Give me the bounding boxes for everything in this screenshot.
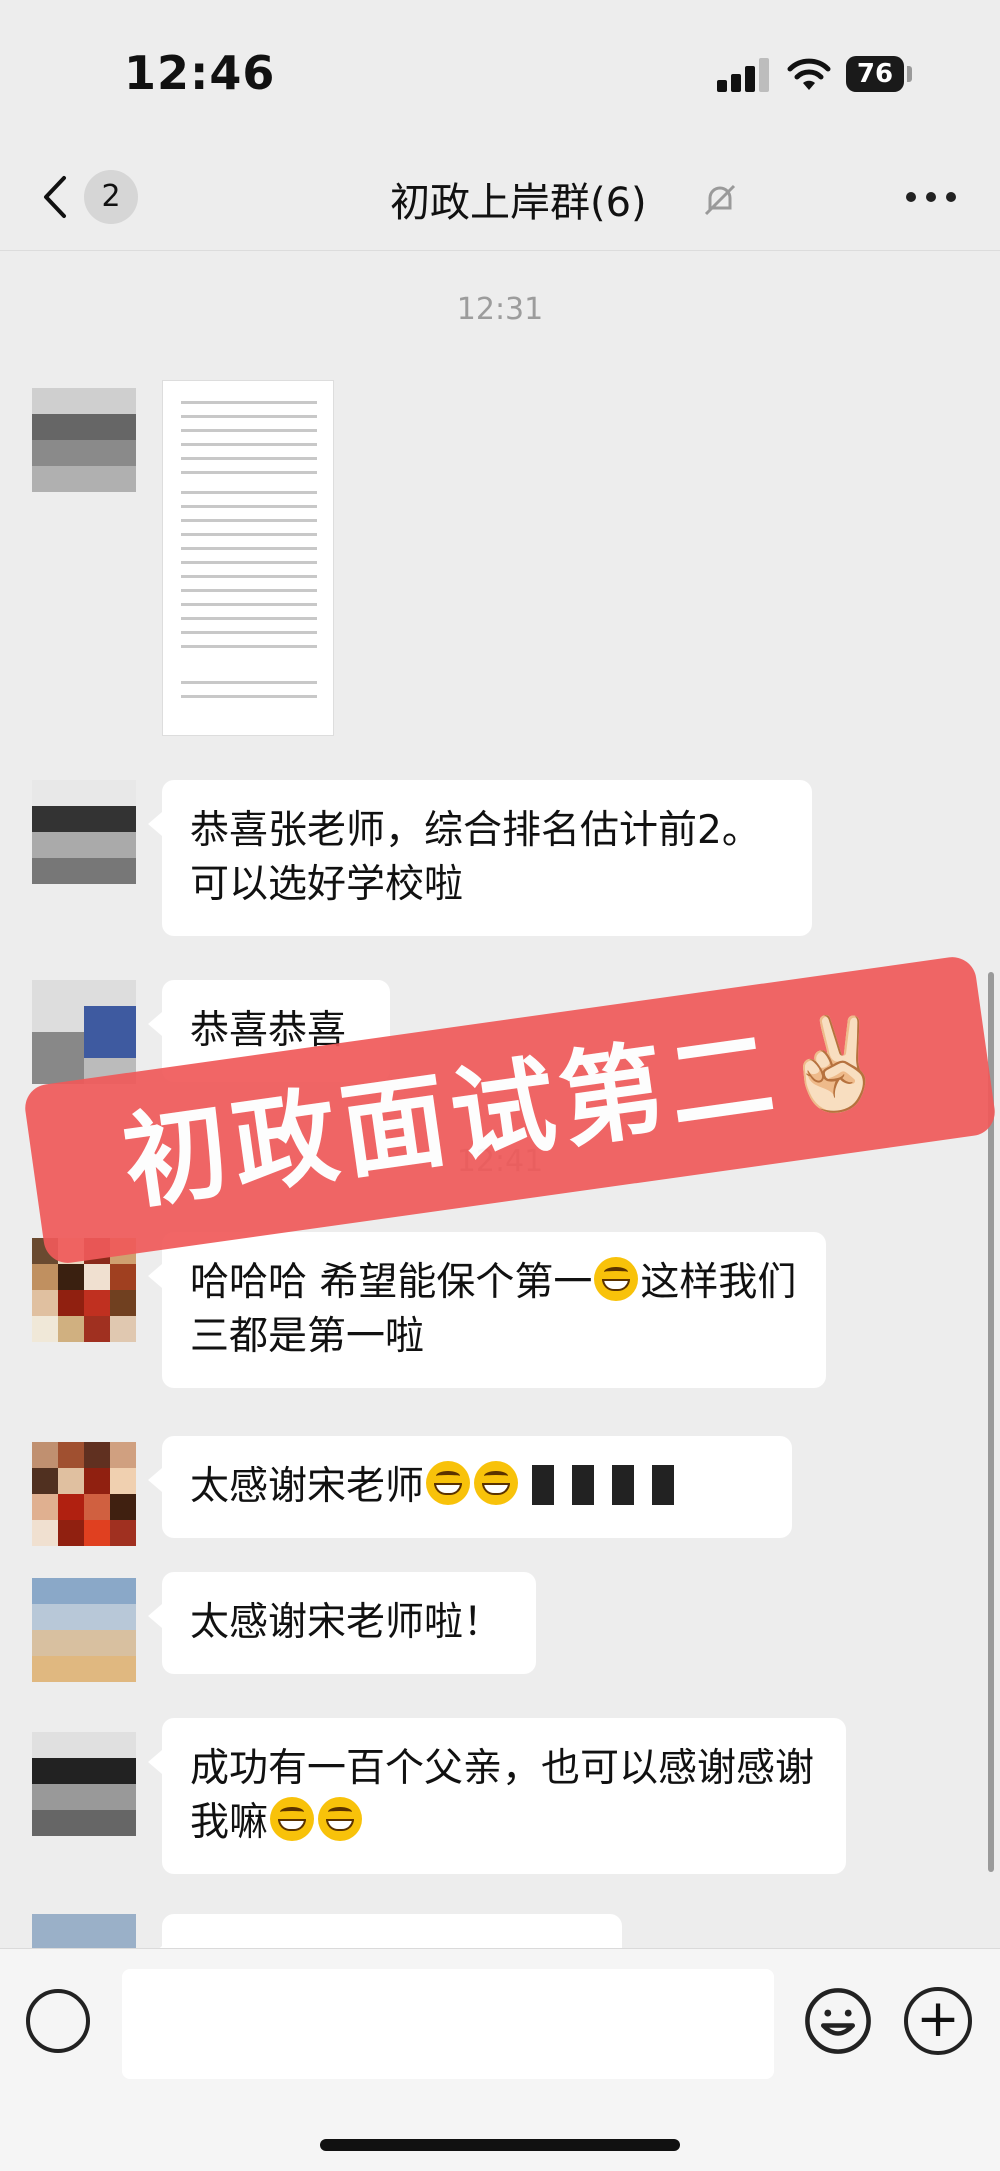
avatar[interactable]	[32, 1442, 136, 1546]
image-message[interactable]	[162, 380, 334, 736]
grin-emoji-icon	[474, 1461, 519, 1505]
grin-emoji-icon	[594, 1257, 639, 1301]
signal-icon	[717, 58, 775, 92]
message-text: 太感谢宋老师	[190, 1464, 425, 1509]
battery-cap	[907, 66, 912, 82]
message-bubble[interactable]: 太感谢宋老师	[148, 1436, 792, 1538]
grin-emoji-icon	[270, 1797, 315, 1841]
status-time: 12:46	[124, 46, 276, 100]
message-bubble[interactable]: 太感谢宋老师啦！	[148, 1572, 536, 1674]
battery-level: 76	[846, 56, 904, 92]
mute-bell-icon	[704, 184, 736, 216]
message-bubble[interactable]: 恭喜张老师，综合排名估计前2。可以选好学校啦	[148, 780, 812, 936]
avatar[interactable]	[32, 1914, 136, 1948]
status-bar: 12:46 76	[0, 0, 1000, 150]
redacted-text	[532, 1465, 683, 1505]
peace-hand-icon: ✌🏻	[770, 1003, 903, 1124]
grin-emoji-icon	[426, 1461, 471, 1505]
unread-badge[interactable]: 2	[84, 170, 138, 224]
avatar[interactable]	[32, 1578, 136, 1682]
avatar[interactable]	[32, 780, 136, 884]
message-bubble[interactable]: 成功有一百个父亲，也可以感谢感谢我嘛	[148, 1718, 846, 1874]
message-bubble[interactable]: 哈哈哈 希望能保个第一 这样我们三都是第一啦	[148, 1232, 826, 1388]
message-text: 哈哈哈 希望能保个第一	[190, 1260, 593, 1305]
back-chevron-icon[interactable]	[36, 172, 76, 222]
home-indicator[interactable]	[320, 2139, 680, 2151]
avatar[interactable]	[32, 388, 136, 492]
avatar[interactable]	[32, 1732, 136, 1836]
plus-icon[interactable]: +	[904, 1987, 972, 2055]
emoji-icon[interactable]	[804, 1987, 872, 2055]
message-bubble[interactable]	[148, 1914, 622, 1948]
input-bar: +	[0, 1948, 1000, 2171]
timestamp: 12:31	[456, 292, 544, 327]
wifi-icon	[787, 58, 831, 90]
voice-icon[interactable]	[26, 1989, 90, 2053]
grin-emoji-icon	[318, 1797, 363, 1841]
avatar[interactable]	[32, 980, 136, 1084]
chat-title[interactable]: 初政上岸群(6)	[390, 170, 647, 228]
chat-header: 2 初政上岸群(6)	[0, 150, 1000, 251]
more-dots-icon[interactable]	[906, 192, 956, 206]
message-input[interactable]	[122, 1969, 774, 2079]
